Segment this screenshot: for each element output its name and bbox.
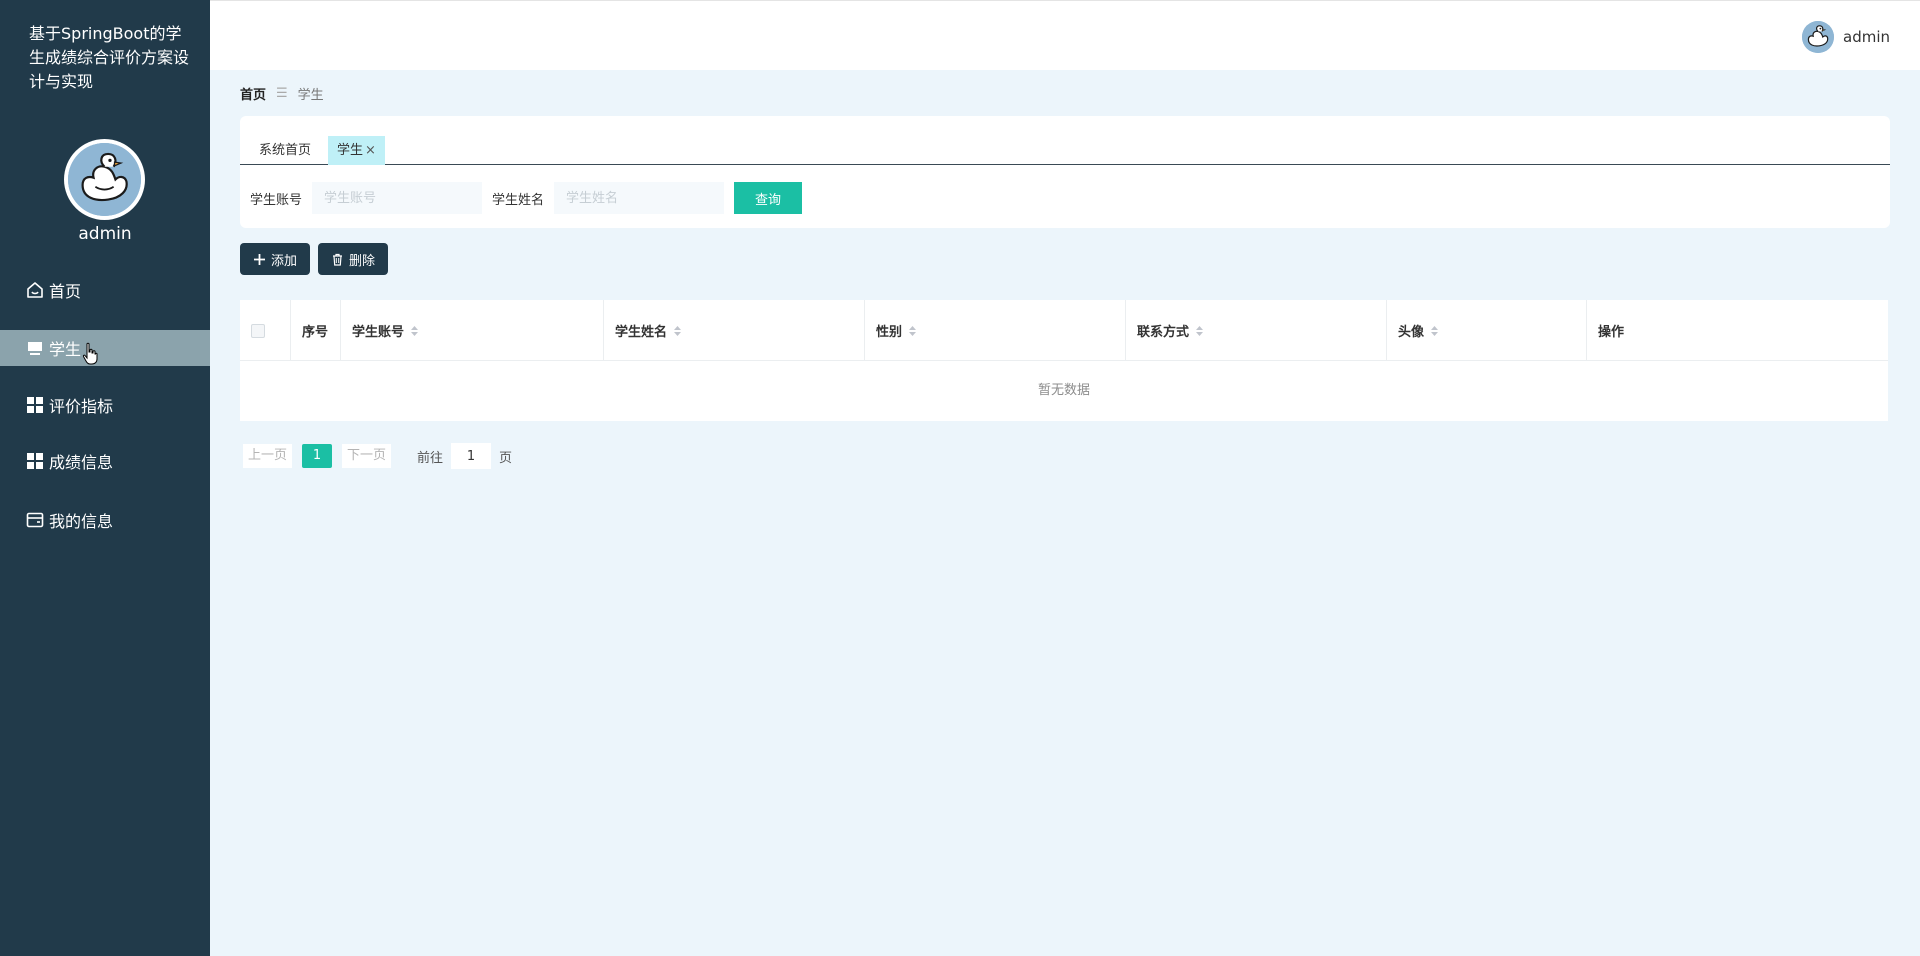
account-search-input[interactable] <box>312 182 483 214</box>
sidebar-item-label: 首页 <box>49 282 82 301</box>
trash-icon <box>331 253 344 266</box>
action-bar: 添加 删除 <box>240 243 396 275</box>
duck-icon <box>1802 21 1834 53</box>
sidebar-item-home[interactable]: 首页 <box>0 272 210 308</box>
search-panel: 系统首页 学生× 学生账号 学生姓名 查询 <box>240 116 1890 228</box>
plus-icon <box>253 253 266 266</box>
page-number-button[interactable]: 1 <box>302 444 333 468</box>
query-button[interactable]: 查询 <box>734 182 803 214</box>
user-menu[interactable]: admin <box>1802 21 1890 53</box>
header-avatar <box>1802 21 1834 53</box>
delete-button[interactable]: 删除 <box>318 243 389 275</box>
duck-icon <box>68 143 141 216</box>
hand-cursor-icon <box>82 342 98 365</box>
top-header: admin <box>210 0 1920 70</box>
column-header[interactable]: 头像 <box>1387 300 1587 361</box>
grid-icon <box>25 395 45 415</box>
goto-page-input[interactable] <box>451 443 492 469</box>
sidebar-item-student[interactable]: 学生 <box>0 330 210 366</box>
tab-student[interactable]: 学生 × <box>328 136 385 165</box>
column-label: 学生姓名 <box>615 325 668 340</box>
column-header[interactable]: 学生账号 <box>341 300 604 361</box>
goto-label: 前往 <box>417 450 444 466</box>
column-label: 学生账号 <box>352 325 405 340</box>
name-search-input[interactable] <box>554 182 725 214</box>
table-header: 序号 学生账号 学生姓名 性别 联系方式 头像 操作 <box>240 300 1888 361</box>
sort-icon[interactable] <box>908 325 917 337</box>
sidebar-item-evaluation[interactable]: 评价指标 <box>0 387 210 423</box>
column-header: 序号 <box>291 300 341 361</box>
close-icon[interactable]: × <box>365 143 376 158</box>
add-button-label: 添加 <box>271 253 298 269</box>
sidebar-item-label: 评价指标 <box>49 397 114 416</box>
column-label: 联系方式 <box>1137 325 1190 340</box>
next-page-button[interactable]: 下一页 <box>342 444 392 468</box>
column-label: 头像 <box>1398 325 1425 340</box>
sidebar-item-profile[interactable]: 我的信息 <box>0 502 210 538</box>
sidebar-item-label: 成绩信息 <box>49 453 114 472</box>
app-title: 基于SpringBoot的学生成绩综合评价方案设计与实现 <box>29 24 190 91</box>
column-header[interactable]: 学生姓名 <box>604 300 865 361</box>
select-all-cell <box>240 300 291 361</box>
sidebar: 基于SpringBoot的学生成绩综合评价方案设计与实现 admin 首页 学生… <box>0 0 210 956</box>
card-icon <box>25 338 45 358</box>
grid-icon <box>25 451 45 471</box>
student-table: 序号 学生账号 学生姓名 性别 联系方式 头像 操作 暂无数据 <box>240 300 1888 421</box>
wallet-icon <box>25 510 45 530</box>
sidebar-item-label: 我的信息 <box>49 512 114 531</box>
column-header[interactable]: 性别 <box>865 300 1126 361</box>
tab-label: 学生 <box>337 143 364 158</box>
empty-state: 暂无数据 <box>1037 383 1090 398</box>
breadcrumb-home[interactable]: 首页 <box>240 84 266 103</box>
header-username: admin <box>1843 28 1890 46</box>
add-button[interactable]: 添加 <box>240 243 311 275</box>
column-header[interactable]: 联系方式 <box>1126 300 1387 361</box>
sort-icon[interactable] <box>673 325 682 337</box>
tab-bar: 系统首页 学生 × <box>240 136 1890 165</box>
sidebar-item-label: 学生 <box>49 340 82 359</box>
prev-page-button[interactable]: 上一页 <box>243 444 293 468</box>
sort-icon[interactable] <box>1430 325 1439 337</box>
tab-label: 系统首页 <box>259 143 312 158</box>
sidebar-username: admin <box>78 224 132 244</box>
tab-system-home[interactable]: 系统首页 <box>250 136 320 165</box>
breadcrumb: 首页 ☰ 学生 <box>240 84 324 103</box>
name-label: 学生姓名 <box>492 192 545 208</box>
sidebar-item-grades[interactable]: 成绩信息 <box>0 443 210 479</box>
account-label: 学生账号 <box>250 192 303 208</box>
page-unit-label: 页 <box>499 450 513 466</box>
column-header: 操作 <box>1587 300 1888 361</box>
sort-icon[interactable] <box>1195 325 1204 337</box>
column-label: 性别 <box>876 325 903 340</box>
select-all-checkbox[interactable] <box>251 323 265 338</box>
delete-button-label: 删除 <box>349 253 376 269</box>
breadcrumb-current: 学生 <box>297 88 324 103</box>
column-label: 操作 <box>1598 325 1625 340</box>
sort-icon[interactable] <box>410 325 419 337</box>
pagination: 上一页 1 下一页 前往 页 <box>243 443 512 469</box>
search-form: 学生账号 学生姓名 查询 <box>250 182 803 214</box>
column-label: 序号 <box>302 325 329 340</box>
breadcrumb-separator-icon: ☰ <box>276 86 288 101</box>
home-icon <box>25 280 45 300</box>
sidebar-avatar <box>64 139 145 220</box>
